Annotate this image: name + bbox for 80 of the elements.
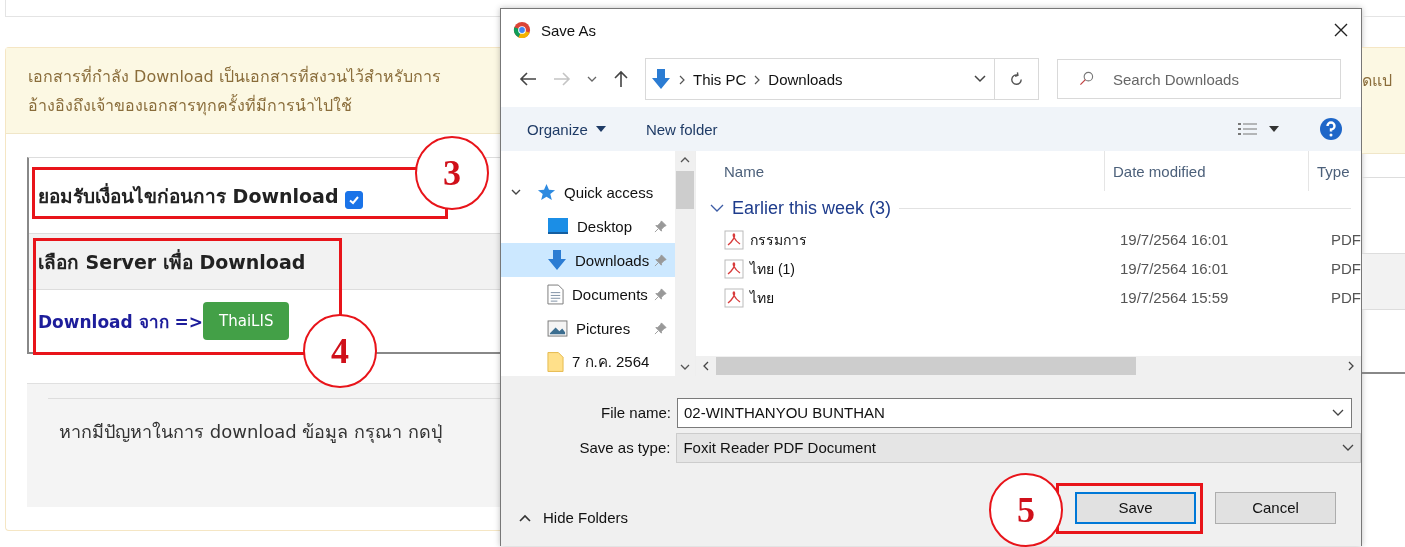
scroll-left-icon[interactable] — [703, 361, 709, 371]
pdf-file-icon — [724, 258, 744, 279]
scrollbar-thumb[interactable] — [716, 357, 1136, 375]
organize-menu[interactable]: Organize — [527, 120, 606, 138]
breadcrumb-item[interactable]: Downloads — [768, 70, 843, 88]
file-name[interactable]: ไทย (1) — [750, 257, 795, 280]
download-arrow-icon — [547, 249, 567, 271]
nav-item[interactable]: Documents — [501, 277, 675, 311]
view-icon[interactable] — [1237, 121, 1259, 137]
file-date: 19/7/2564 16:01 — [1119, 231, 1230, 248]
address-bar[interactable]: This PC Downloads — [645, 58, 1039, 100]
scrollbar-thumb[interactable] — [676, 171, 694, 209]
nav-item[interactable]: Pictures — [501, 311, 675, 345]
pin-icon[interactable] — [654, 321, 667, 335]
file-type: PDF — [1330, 231, 1361, 248]
field-label: File name: — [599, 404, 672, 421]
nav-item[interactable]: 7 ก.ค. 2564 — [501, 345, 675, 379]
file-date: 19/7/2564 15:59 — [1119, 289, 1230, 306]
chevron-icon — [511, 189, 521, 195]
scroll-down-icon[interactable] — [680, 364, 690, 370]
image-icon — [547, 319, 568, 337]
file-date: 19/7/2564 16:01 — [1119, 260, 1230, 277]
dropdown-icon[interactable] — [1332, 408, 1344, 417]
download-label: Download จาก => — [38, 310, 204, 334]
file-name-field[interactable]: 02-WINTHANYOU BUNTHAN — [677, 397, 1352, 428]
cancel-button[interactable]: Cancel — [1215, 491, 1336, 524]
scroll-up-icon[interactable] — [680, 157, 690, 163]
folder-icon — [547, 351, 564, 373]
help-icon[interactable] — [1319, 117, 1343, 141]
file-name[interactable]: ไทย — [750, 286, 774, 309]
file-type: PDF — [1330, 289, 1361, 306]
dropdown-icon[interactable] — [974, 75, 986, 83]
search-field[interactable]: Search Downloads — [1057, 59, 1341, 99]
column-header[interactable]: Name — [696, 151, 1105, 191]
notice-text: ดแป — [1362, 70, 1392, 92]
dropdown-icon — [595, 126, 606, 132]
section-header: เลือก Server เพื่อ Download — [38, 248, 306, 275]
dropdown-icon — [1342, 443, 1354, 452]
up-icon[interactable] — [613, 70, 629, 88]
browser-icon — [513, 21, 531, 39]
step-number: 3 — [415, 136, 489, 210]
dropdown-icon[interactable] — [1269, 126, 1279, 132]
scrollbar[interactable] — [696, 356, 1361, 376]
table-row — [1362, 254, 1405, 310]
search-icon — [1079, 71, 1094, 86]
save-button[interactable]: Save — [1075, 491, 1196, 524]
notice-text: เอกสารที่กำลัง Download เป็นเอกสารที่สงวนไว้สำหรับการ — [28, 65, 441, 88]
breadcrumb-item[interactable]: This PC — [693, 70, 747, 88]
window-title: Save As — [541, 21, 597, 39]
nav-item[interactable]: Downloads — [501, 243, 675, 277]
field-label: Save as type: — [578, 439, 672, 456]
scrollbar[interactable] — [675, 151, 695, 376]
accept-label: ยอมรับเงื่อนไขก่อนการ Download — [38, 182, 339, 209]
close-icon[interactable] — [1333, 22, 1349, 38]
file-type-select[interactable]: Foxit Reader PDF Document — [676, 432, 1361, 463]
back-icon[interactable] — [519, 71, 537, 87]
file-type: PDF — [1330, 260, 1361, 277]
chevron-icon — [519, 513, 531, 522]
column-header[interactable]: Date modified — [1105, 151, 1309, 191]
hide-folders-toggle[interactable]: Hide Folders — [519, 509, 629, 526]
pin-icon[interactable] — [654, 219, 667, 233]
pdf-file-icon — [724, 229, 744, 250]
nav-item[interactable]: Quick access — [501, 175, 675, 209]
new-folder-button[interactable]: New folder — [645, 120, 718, 138]
document-icon — [547, 283, 564, 305]
notice-text: อ้างอิงถึงเจ้าของเอกสารทุกครั้งที่มีการนำไปใช้ — [28, 93, 353, 118]
download-arrow-icon — [651, 68, 671, 90]
column-header[interactable]: Type — [1309, 151, 1361, 191]
scroll-right-icon[interactable] — [1348, 361, 1354, 371]
help-text: หากมีปัญหาในการ download ข้อมูล กรุณา กดปุ่ — [58, 420, 443, 445]
pdf-file-icon — [724, 287, 744, 308]
dropdown-icon[interactable] — [587, 76, 597, 82]
monitor-icon — [547, 217, 569, 235]
star-icon — [537, 182, 556, 202]
nav-item[interactable]: Desktop — [501, 209, 675, 243]
pin-icon[interactable] — [654, 287, 667, 301]
file-name[interactable]: กรรมการ — [750, 228, 807, 251]
group-header[interactable]: Earlier this week (3) — [732, 197, 892, 219]
chevron-icon[interactable] — [710, 204, 724, 212]
checkbox[interactable] — [344, 190, 363, 209]
